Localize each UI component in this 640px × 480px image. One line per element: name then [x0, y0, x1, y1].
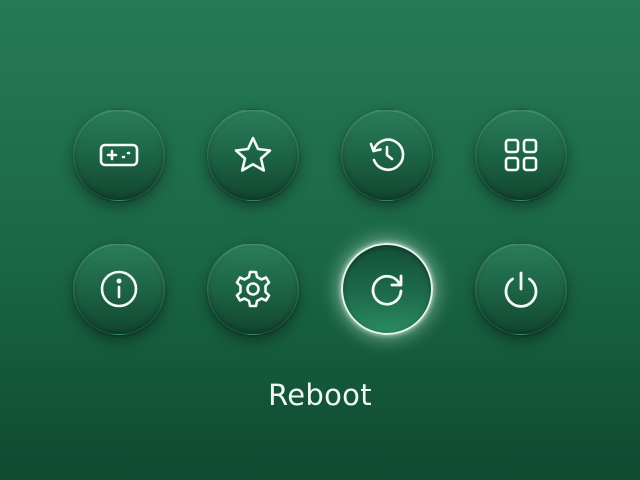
gear-icon — [231, 267, 275, 311]
reboot-button[interactable] — [341, 243, 433, 335]
history-button[interactable] — [341, 109, 433, 201]
grid-icon — [499, 133, 543, 177]
power-button[interactable] — [475, 243, 567, 335]
history-icon — [365, 133, 409, 177]
games-button[interactable] — [73, 109, 165, 201]
refresh-icon — [365, 267, 409, 311]
selected-item-label: Reboot — [268, 378, 372, 412]
settings-button[interactable] — [207, 243, 299, 335]
info-icon — [97, 267, 141, 311]
apps-button[interactable] — [475, 109, 567, 201]
gamepad-icon — [97, 133, 141, 177]
favorites-button[interactable] — [207, 109, 299, 201]
info-button[interactable] — [73, 243, 165, 335]
power-icon — [499, 267, 543, 311]
star-icon — [231, 133, 275, 177]
